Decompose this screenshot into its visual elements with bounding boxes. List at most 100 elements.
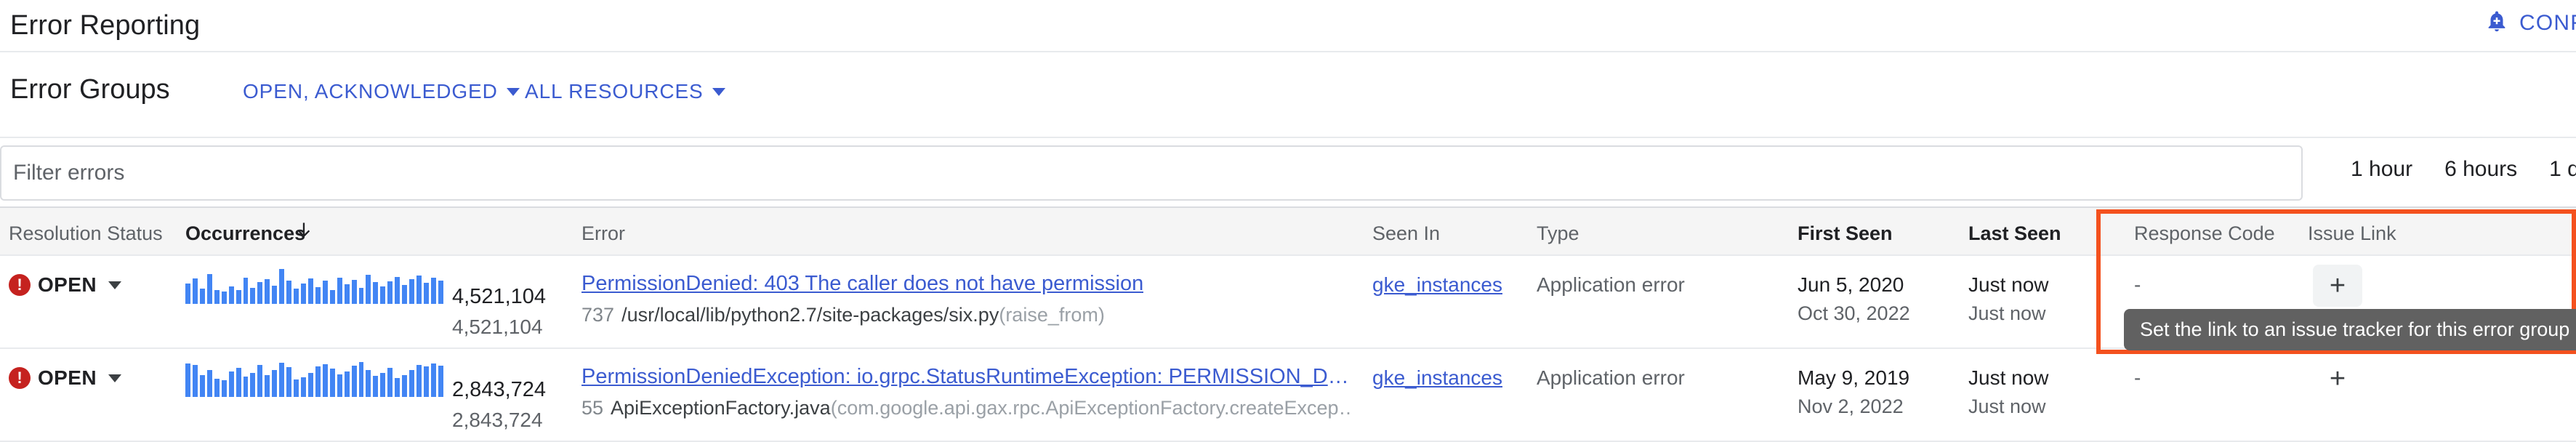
last-seen-date-secondary: Just now bbox=[1968, 395, 2046, 417]
sort-descending-icon bbox=[294, 218, 314, 243]
sparkline-bar bbox=[257, 365, 263, 397]
sparkline-bar bbox=[301, 377, 306, 397]
filter-input-wrapper[interactable] bbox=[0, 145, 2303, 201]
time-range-1-day[interactable]: 1 day bbox=[2533, 153, 2576, 186]
resolution-status-dropdown[interactable]: ! OPEN bbox=[9, 366, 121, 390]
sparkline-bar bbox=[416, 365, 422, 397]
column-header-error[interactable]: Error bbox=[581, 222, 625, 245]
error-type: Application error bbox=[1537, 273, 1685, 296]
sparkline-bar bbox=[337, 374, 342, 397]
occurrences-count: 4,521,104 bbox=[452, 285, 547, 308]
status-filter-label: OPEN, ACKNOWLEDGED bbox=[243, 80, 498, 103]
error-reporting-page: Error Reporting CONFIGURE NOTIFICATIONS … bbox=[0, 0, 2576, 442]
time-range-6-hours[interactable]: 6 hours bbox=[2428, 153, 2533, 186]
error-file-name: ApiExceptionFactory.java bbox=[611, 397, 831, 419]
filter-errors-input[interactable] bbox=[1, 147, 2301, 199]
time-range-group: 1 hour 6 hours 1 day bbox=[2335, 153, 2576, 186]
error-location: 55 ApiExceptionFactory.java(com.google.ap… bbox=[581, 397, 1352, 419]
error-function-name: (raise_from) bbox=[999, 304, 1105, 326]
sparkline-bar bbox=[409, 279, 414, 304]
column-header-issue-link[interactable]: Issue Link bbox=[2308, 222, 2396, 245]
sparkline-bar bbox=[387, 368, 393, 397]
sparkline-bar bbox=[409, 370, 414, 397]
issue-link-tooltip: Set the link to an issue tracker for thi… bbox=[2124, 309, 2576, 350]
app-bar: Error Reporting CONFIGURE NOTIFICATIONS bbox=[0, 0, 2576, 52]
sparkline-bar bbox=[236, 368, 241, 397]
first-seen-date-secondary: Oct 30, 2022 bbox=[1798, 302, 1910, 324]
column-header-resolution-status[interactable]: Resolution Status bbox=[9, 222, 163, 245]
resolution-status-label: OPEN bbox=[38, 273, 97, 296]
sparkline-bar bbox=[351, 366, 357, 397]
sparkline-bar bbox=[265, 279, 270, 304]
chevron-down-icon bbox=[506, 87, 520, 96]
chevron-down-icon bbox=[108, 281, 121, 289]
sparkline-bar bbox=[307, 278, 313, 304]
seen-in-link[interactable]: gke_instances bbox=[1372, 273, 1502, 297]
resolution-status-dropdown[interactable]: ! OPEN bbox=[9, 273, 121, 297]
time-range-1-hour[interactable]: 1 hour bbox=[2335, 153, 2428, 186]
sparkline-bar bbox=[221, 292, 227, 304]
occurrences-count: 2,843,724 bbox=[452, 378, 547, 401]
sparkline-bar bbox=[199, 375, 205, 397]
sparkline-bar bbox=[430, 278, 436, 304]
error-file-name: /usr/local/lib/python2.7/site-packages/s… bbox=[621, 304, 999, 326]
column-header-type[interactable]: Type bbox=[1537, 222, 1579, 245]
sparkline-bar bbox=[344, 371, 350, 397]
bell-plus-icon bbox=[2484, 8, 2509, 38]
last-seen-date: Just now bbox=[1968, 273, 2049, 296]
column-header-occurrences[interactable]: Occurrences bbox=[185, 222, 305, 245]
column-header-seen-in[interactable]: Seen In bbox=[1372, 222, 1440, 245]
seen-in-link[interactable]: gke_instances bbox=[1372, 366, 1502, 390]
sparkline-bar bbox=[214, 379, 220, 397]
error-line-number: 737 bbox=[581, 304, 615, 326]
column-header-first-seen[interactable]: First Seen bbox=[1798, 222, 1893, 245]
sparkline-bar bbox=[402, 285, 408, 304]
column-header-response-code[interactable]: Response Code bbox=[2134, 222, 2275, 245]
sparkline-bar bbox=[228, 371, 234, 397]
sparkline-bar bbox=[294, 289, 299, 304]
sparkline-bar bbox=[337, 278, 342, 304]
first-seen-date: Jun 5, 2020 bbox=[1798, 273, 1904, 296]
sparkline-bar bbox=[301, 284, 306, 304]
add-issue-link-button[interactable]: + bbox=[2313, 265, 2362, 307]
sparkline-bar bbox=[373, 282, 379, 304]
occurrences-total: 4,521,104 bbox=[452, 316, 543, 338]
sparkline-bar bbox=[228, 286, 234, 304]
sparkline-bar bbox=[322, 281, 328, 304]
sparkline-bar bbox=[387, 281, 393, 304]
page-title: Error Reporting bbox=[10, 10, 201, 41]
error-severity-icon: ! bbox=[9, 274, 31, 296]
configure-notifications-button[interactable]: CONFIGURE NOTIFICATIONS bbox=[2484, 8, 2576, 38]
first-seen-date-secondary: Nov 2, 2022 bbox=[1798, 395, 1904, 417]
sparkline-bar bbox=[279, 269, 285, 304]
sparkline-bar bbox=[380, 373, 386, 397]
error-title-link[interactable]: PermissionDenied: 403 The caller does no… bbox=[581, 272, 1143, 296]
sparkline-bar bbox=[416, 276, 422, 304]
error-title-link[interactable]: PermissionDeniedException: io.grpc.Statu… bbox=[581, 365, 1352, 389]
sparkline-bar bbox=[279, 363, 285, 397]
sparkline-bar bbox=[351, 280, 357, 304]
sparkline-bar bbox=[265, 375, 270, 397]
add-issue-link-button[interactable]: + bbox=[2313, 358, 2362, 400]
sparkline-bar bbox=[315, 287, 321, 304]
sparkline-bar bbox=[286, 367, 292, 397]
sparkline-bar bbox=[366, 370, 371, 397]
sparkline-bar bbox=[221, 380, 227, 397]
occurrences-sparkline bbox=[185, 362, 443, 397]
table-header-row: Resolution Status Occurrences Error Seen… bbox=[0, 208, 2576, 256]
sparkline-bar bbox=[395, 378, 401, 397]
sparkline-bar bbox=[185, 284, 190, 304]
last-seen-date: Just now bbox=[1968, 366, 2049, 389]
chevron-down-icon bbox=[712, 87, 725, 96]
sparkline-bar bbox=[358, 362, 364, 397]
sparkline-bar bbox=[206, 274, 212, 304]
sparkline-bar bbox=[272, 286, 278, 304]
status-filter-dropdown[interactable]: OPEN, ACKNOWLEDGED bbox=[243, 80, 520, 103]
column-header-last-seen[interactable]: Last Seen bbox=[1968, 222, 2061, 245]
resource-filter-dropdown[interactable]: ALL RESOURCES bbox=[525, 80, 725, 103]
table-row[interactable]: ! OPEN 2,843,724 2,843,724 PermissionDen… bbox=[0, 349, 2576, 442]
sparkline-bar bbox=[423, 283, 429, 304]
first-seen-date: May 9, 2019 bbox=[1798, 366, 1910, 389]
sparkline-bar bbox=[199, 289, 205, 304]
occurrences-total: 2,843,724 bbox=[452, 409, 543, 431]
